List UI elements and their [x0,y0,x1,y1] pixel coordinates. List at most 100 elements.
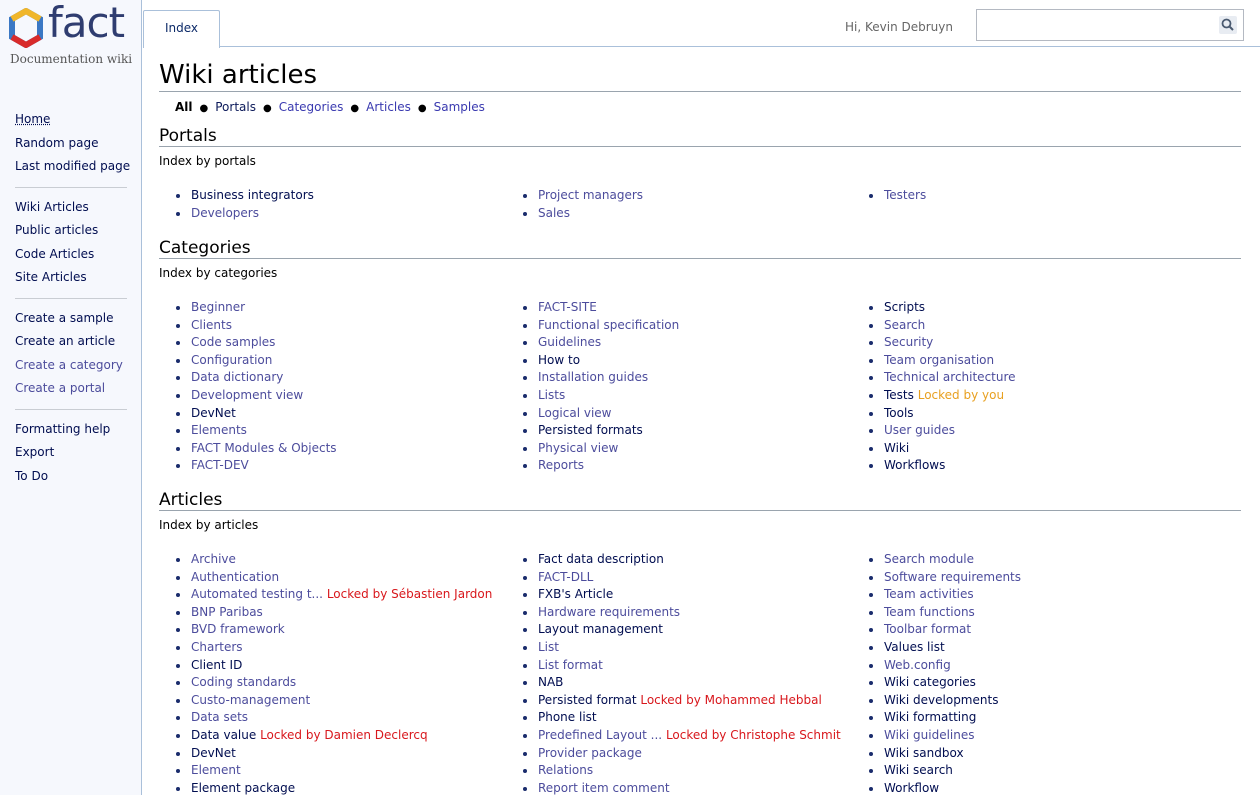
link-client-id[interactable]: Client ID [191,658,242,672]
search-input[interactable] [976,9,1244,41]
sidebar-item-formatting-help[interactable]: Formatting help [15,420,127,444]
sidebar-item-code-articles[interactable]: Code Articles [15,245,127,269]
link-testers[interactable]: Testers [884,188,926,202]
sidebar-item-last-modified-page[interactable]: Last modified page [15,157,130,181]
link-configuration[interactable]: Configuration [191,353,272,367]
link-data-value[interactable]: Data value [191,728,256,742]
link-nab[interactable]: NAB [538,675,563,689]
link-bnp-paribas[interactable]: BNP Paribas [191,605,263,619]
sidebar-item-home[interactable]: Home [15,110,127,134]
link-data-dictionary[interactable]: Data dictionary [191,370,283,384]
link-team-functions[interactable]: Team functions [884,605,975,619]
link-how-to[interactable]: How to [538,353,580,367]
link-team-activities[interactable]: Team activities [884,587,974,601]
link-values-list[interactable]: Values list [884,640,945,654]
link-archive[interactable]: Archive [191,552,236,566]
sidebar-item-to-do[interactable]: To Do [15,467,127,491]
filter-categories[interactable]: Categories [279,100,344,114]
link-fact-data-description[interactable]: Fact data description [538,552,664,566]
link-clients[interactable]: Clients [191,318,232,332]
link-logical-view[interactable]: Logical view [538,406,612,420]
link-development-view[interactable]: Development view [191,388,303,402]
link-installation-guides[interactable]: Installation guides [538,370,648,384]
link-hardware-requirements[interactable]: Hardware requirements [538,605,680,619]
link-fact-site[interactable]: FACT-SITE [538,300,597,314]
link-authentication[interactable]: Authentication [191,570,279,584]
link-code-samples[interactable]: Code samples [191,335,275,349]
link-report-item-comment[interactable]: Report item comment [538,781,670,795]
link-fact-dll[interactable]: FACT-DLL [538,570,593,584]
link-user-guides[interactable]: User guides [884,423,955,437]
link-tools[interactable]: Tools [884,406,914,420]
link-scripts[interactable]: Scripts [884,300,925,314]
link-provider-package[interactable]: Provider package [538,746,642,760]
link-wiki[interactable]: Wiki [884,441,909,455]
link-beginner[interactable]: Beginner [191,300,245,314]
link-elements[interactable]: Elements [191,423,247,437]
tab-index[interactable]: Index [143,10,220,48]
link-predefined-layout[interactable]: Predefined Layout ... [538,728,662,742]
link-phone-list[interactable]: Phone list [538,710,597,724]
link-wiki-search[interactable]: Wiki search [884,763,953,777]
link-devnet[interactable]: DevNet [191,406,236,420]
sidebar-item-create-an-article[interactable]: Create an article [15,332,127,356]
sidebar-item-create-a-category[interactable]: Create a category [15,356,127,380]
sidebar-item-wiki-articles[interactable]: Wiki Articles [15,198,127,222]
link-custo-management[interactable]: Custo-management [191,693,310,707]
link-developers[interactable]: Developers [191,206,259,220]
link-search-module[interactable]: Search module [884,552,974,566]
link-search[interactable]: Search [884,318,925,332]
link-devnet[interactable]: DevNet [191,746,236,760]
link-toolbar-format[interactable]: Toolbar format [884,622,971,636]
link-sales[interactable]: Sales [538,206,570,220]
link-functional-specification[interactable]: Functional specification [538,318,679,332]
sidebar-item-public-articles[interactable]: Public articles [15,221,127,245]
link-guidelines[interactable]: Guidelines [538,335,601,349]
link-coding-standards[interactable]: Coding standards [191,675,296,689]
link-automated-testing-t[interactable]: Automated testing t... [191,587,323,601]
link-security[interactable]: Security [884,335,933,349]
sidebar-item-site-articles[interactable]: Site Articles [15,268,127,292]
link-software-requirements[interactable]: Software requirements [884,570,1021,584]
sidebar-item-export[interactable]: Export [15,443,127,467]
link-list[interactable]: List [538,640,559,654]
link-technical-architecture[interactable]: Technical architecture [884,370,1016,384]
link-wiki-developments[interactable]: Wiki developments [884,693,998,707]
link-web-config[interactable]: Web.config [884,658,951,672]
link-tests[interactable]: Tests [884,388,914,402]
link-fact-dev[interactable]: FACT-DEV [191,458,249,472]
link-wiki-guidelines[interactable]: Wiki guidelines [884,728,975,742]
link-wiki-formatting[interactable]: Wiki formatting [884,710,976,724]
link-fact-modules-objects[interactable]: FACT Modules & Objects [191,441,337,455]
filter-articles[interactable]: Articles [366,100,411,114]
link-relations[interactable]: Relations [538,763,593,777]
link-charters[interactable]: Charters [191,640,243,654]
link-physical-view[interactable]: Physical view [538,441,618,455]
link-wiki-categories[interactable]: Wiki categories [884,675,976,689]
link-persisted-formats[interactable]: Persisted formats [538,423,643,437]
link-persisted-format[interactable]: Persisted format [538,693,637,707]
filter-samples[interactable]: Samples [434,100,485,114]
link-element[interactable]: Element [191,763,241,777]
link-bvd-framework[interactable]: BVD framework [191,622,285,636]
fact-logo[interactable]: fact [6,0,136,48]
link-business-integrators[interactable]: Business integrators [191,188,314,202]
sidebar-item-create-a-sample[interactable]: Create a sample [15,309,127,333]
link-fxb-s-article[interactable]: FXB's Article [538,587,613,601]
link-layout-management[interactable]: Layout management [538,622,663,636]
link-element-package[interactable]: Element package [191,781,295,795]
link-workflow[interactable]: Workflow [884,781,939,795]
link-project-managers[interactable]: Project managers [538,188,643,202]
filter-portals[interactable]: Portals [215,100,256,114]
link-workflows[interactable]: Workflows [884,458,945,472]
sidebar-item-create-a-portal[interactable]: Create a portal [15,379,127,403]
link-reports[interactable]: Reports [538,458,584,472]
sidebar-item-random-page[interactable]: Random page [15,134,127,158]
search-button[interactable] [1219,16,1237,34]
link-list-format[interactable]: List format [538,658,603,672]
link-lists[interactable]: Lists [538,388,565,402]
categories-column: Scripts Search Security Team organisation Te… [869,299,1209,475]
link-data-sets[interactable]: Data sets [191,710,248,724]
link-wiki-sandbox[interactable]: Wiki sandbox [884,746,964,760]
link-team-organisation[interactable]: Team organisation [884,353,994,367]
